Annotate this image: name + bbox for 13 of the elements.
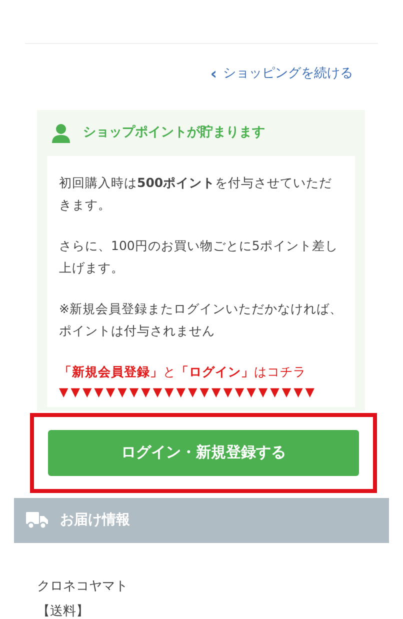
down-arrows: ▼▼▼▼▼▼▼▼▼▼▼▼▼▼▼▼▼▼▼▼▼▼ bbox=[59, 384, 318, 400]
panel-title: ショップポイントが貯まります bbox=[83, 124, 265, 142]
truck-icon bbox=[26, 511, 48, 529]
carrier-name: クロネコヤマト bbox=[37, 578, 129, 596]
delivery-title: お届け情報 bbox=[60, 510, 130, 530]
login-register-button[interactable]: ログイン・新規登録する bbox=[48, 430, 359, 476]
person-icon bbox=[51, 122, 71, 142]
shipping-label: 【送料】 bbox=[37, 603, 90, 619]
continue-shopping-link[interactable]: ‹ ショッピングを続ける bbox=[210, 64, 353, 84]
info-paragraph: ※新規会員登録またログインいただかなければ、ポイントは付与されません bbox=[59, 300, 343, 340]
register-login-text: 「新規会員登録」と「ログイン」はコチラ bbox=[59, 362, 307, 380]
info-paragraph: さらに、100円のお買い物ごとに5ポイント差し上げます。 bbox=[59, 236, 339, 276]
info-paragraph: 初回購入時は500ポイントを付与させていただきます。 bbox=[59, 174, 334, 214]
